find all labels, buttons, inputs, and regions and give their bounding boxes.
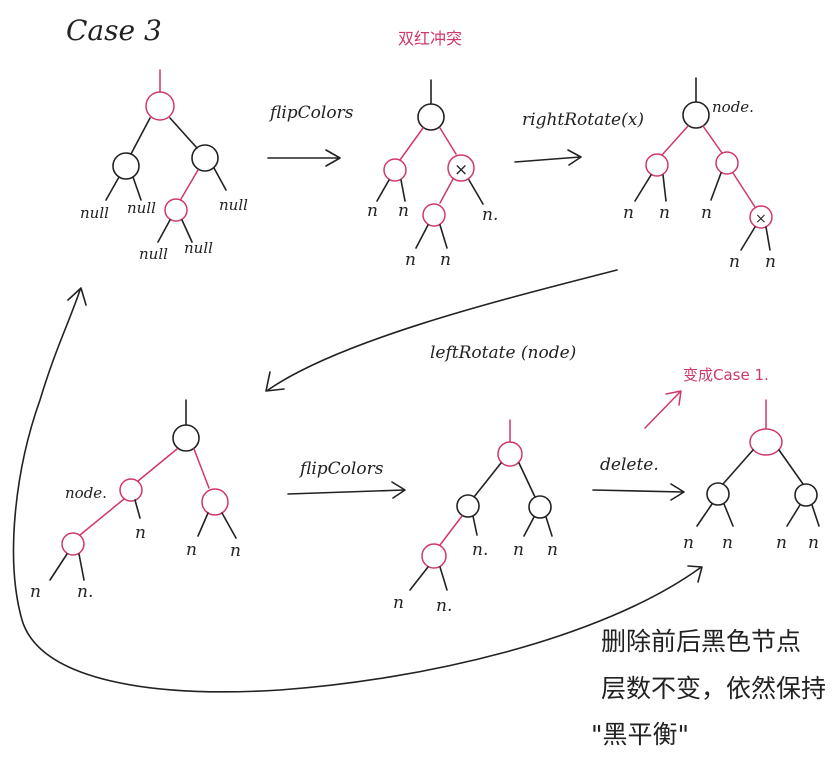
- left-node-black: [112, 152, 140, 180]
- tree-final: n n n n: [683, 399, 820, 553]
- n-label: n: [776, 533, 787, 553]
- n-label: n.: [482, 205, 498, 225]
- curved-arrow-icon: [265, 269, 618, 392]
- x-mark: ×: [454, 160, 468, 180]
- n-label: n: [513, 540, 524, 560]
- root-node-red: [497, 441, 523, 467]
- left-node-black: [706, 482, 730, 506]
- arrow-right-icon: [287, 481, 406, 499]
- node-black: [682, 101, 710, 129]
- left-rotate-label: leftRotate (node): [430, 343, 576, 363]
- tree-after-left-rotate: node. n n n n n.: [30, 399, 241, 602]
- tree-initial: null null null null null: [80, 69, 248, 263]
- arrow-right-icon: [592, 483, 685, 501]
- n-label: n: [729, 252, 740, 272]
- root-node-black: [417, 103, 445, 131]
- right-node-red: [715, 151, 739, 175]
- red-black-tree-case3-diagram: Case 3 null null null null null flipColo…: [12, 14, 826, 749]
- left-node-red: [383, 158, 407, 182]
- n-label: n: [398, 201, 409, 221]
- right-node-red: [201, 488, 229, 516]
- node-tag: node.: [712, 98, 754, 116]
- right-node-black: [528, 495, 552, 519]
- n-label: n.: [77, 582, 93, 602]
- x-left-node-red: [422, 203, 446, 227]
- n-label: n: [393, 593, 404, 613]
- tree-after-flip: × n n n. n n: [367, 79, 498, 270]
- null-label: null: [139, 245, 168, 263]
- n-label: n: [547, 540, 558, 560]
- n-label: n: [230, 541, 241, 561]
- null-label: null: [184, 239, 213, 257]
- n-label: n: [659, 203, 670, 223]
- left-node-black: [456, 494, 480, 518]
- root-node-black: [172, 424, 200, 452]
- note-line-2: 层数不变，依然保持: [601, 674, 826, 703]
- double-red-conflict-label: 双红冲突: [398, 29, 462, 48]
- root-node-red: [749, 428, 783, 456]
- null-label: null: [80, 204, 109, 222]
- n-label: n: [623, 203, 634, 223]
- case-title: Case 3: [66, 14, 162, 47]
- null-label: null: [127, 199, 156, 217]
- x-mark: ×: [755, 211, 767, 227]
- right-node-black: [794, 483, 818, 507]
- root-node-red: [145, 91, 175, 121]
- n-label: n.: [472, 540, 488, 560]
- arrow-right-icon: [267, 149, 341, 167]
- delete-label: delete.: [600, 455, 659, 475]
- n-label: n: [765, 252, 776, 272]
- left-left-node-red: [61, 532, 85, 556]
- n-label: n: [135, 523, 146, 543]
- flip-colors-label: flipColors: [298, 459, 384, 479]
- flip-colors-label: flipColors: [268, 103, 354, 123]
- arrow-right-icon: [514, 149, 582, 166]
- node-tag: node.: [65, 484, 107, 502]
- right-node-black: [191, 144, 219, 172]
- red-arrow-icon: [644, 390, 682, 429]
- n-label: n: [701, 203, 712, 223]
- tree-after-right-rotate: node. × n n n n n: [623, 77, 776, 272]
- n-label: n: [683, 533, 694, 553]
- n-label: n: [808, 533, 819, 553]
- note-line-1: 删除前后黑色节点: [601, 627, 801, 656]
- becomes-case1-label: 变成Case 1.: [683, 366, 769, 384]
- n-label: n.: [436, 596, 452, 616]
- null-label: null: [219, 196, 248, 214]
- n-label: n: [440, 250, 451, 270]
- left-left-node-red: [421, 543, 447, 569]
- n-label: n: [186, 540, 197, 560]
- n-label: n: [405, 250, 416, 270]
- right-rotate-label: rightRotate(x): [522, 110, 644, 130]
- note-line-3: "黑平衡": [591, 720, 689, 749]
- left-node-red: [645, 153, 669, 177]
- n-label: n: [367, 201, 378, 221]
- tree-after-second-flip: n. n n n n.: [393, 419, 558, 616]
- n-label: n: [722, 533, 733, 553]
- child-node-red: [164, 198, 188, 222]
- n-label: n: [30, 582, 41, 602]
- node-red: [119, 478, 143, 502]
